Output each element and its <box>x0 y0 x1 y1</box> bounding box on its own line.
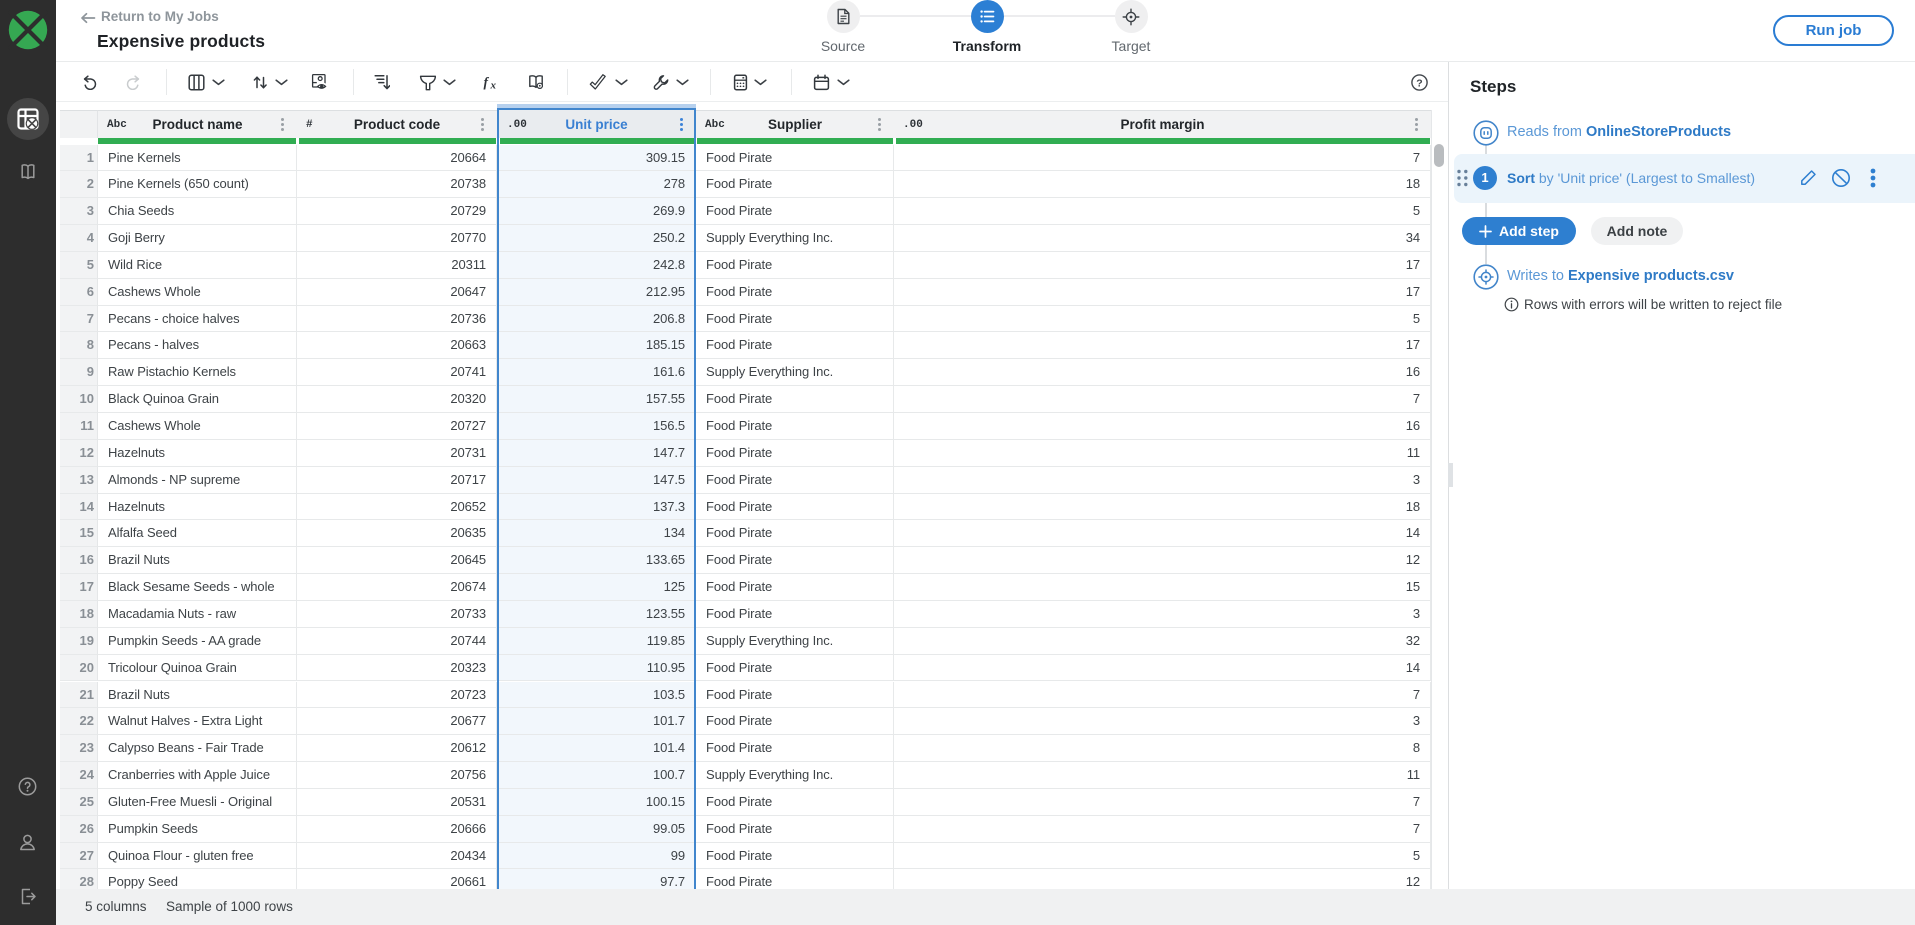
svg-text:x: x <box>490 79 497 91</box>
svg-text:?: ? <box>1416 77 1422 89</box>
svg-text:f: f <box>484 74 490 89</box>
